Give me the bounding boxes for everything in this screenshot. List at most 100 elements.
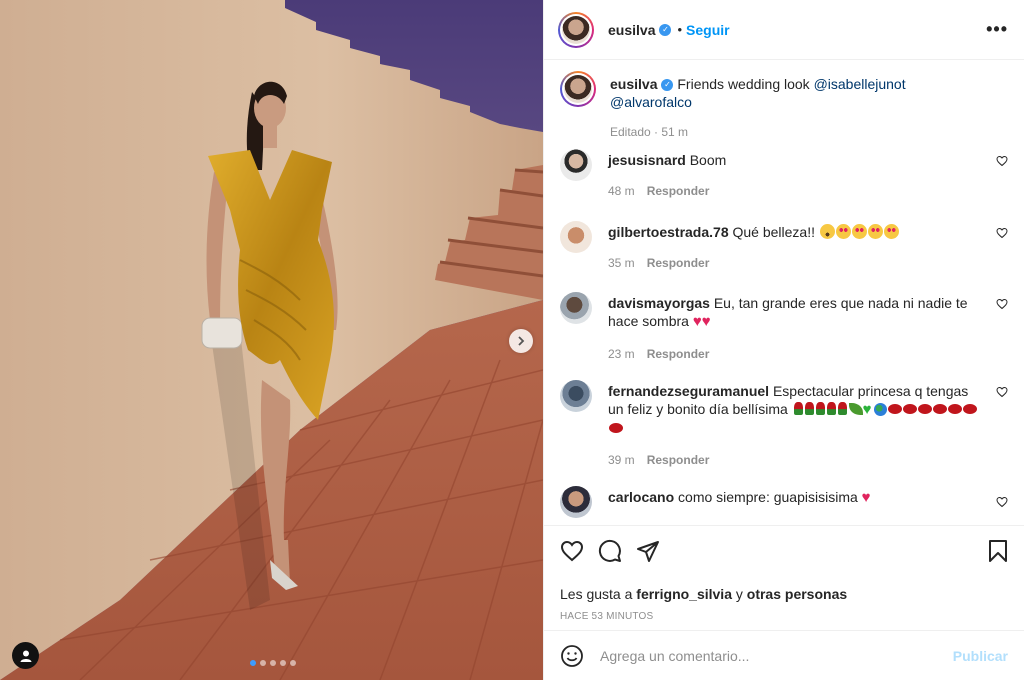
mention-link[interactable]: @alvarofalco xyxy=(610,94,692,110)
rose-icon xyxy=(815,402,825,415)
publish-button[interactable]: Publicar xyxy=(953,648,1008,664)
chevron-right-icon xyxy=(518,336,525,346)
carousel-indicator xyxy=(250,660,296,666)
herb-icon xyxy=(848,403,863,415)
lips-icon xyxy=(887,404,902,414)
save-button[interactable] xyxy=(988,540,1008,562)
like-comment-heart-icon[interactable] xyxy=(996,496,1008,508)
heart-eyes-icon xyxy=(851,224,867,239)
comment-button[interactable] xyxy=(598,539,622,563)
commenter-avatar[interactable] xyxy=(560,221,592,253)
comment-item: carlocano como siempre: guapisisisima ♥ xyxy=(560,486,1008,518)
paper-plane-icon xyxy=(637,541,659,562)
globe-icon xyxy=(873,403,887,416)
heart-eyes-icon xyxy=(867,224,883,239)
mention-link[interactable]: @isabellejunot xyxy=(814,76,906,92)
red-heart-icon: ♥ xyxy=(861,489,871,506)
caption-text: Friends wedding look xyxy=(677,76,810,92)
post-header: eusilva ✓ • Seguir ••• xyxy=(544,0,1024,60)
author-avatar[interactable] xyxy=(558,11,594,48)
carousel-dot xyxy=(290,660,296,666)
reply-button[interactable]: Responder xyxy=(647,347,710,361)
comment-meta: 23 m Responder xyxy=(608,345,984,363)
tagged-users-button[interactable] xyxy=(12,642,39,669)
red-heart-icon: ♥ xyxy=(701,313,711,330)
like-comment-heart-icon[interactable] xyxy=(996,155,1008,167)
caption-author-avatar[interactable] xyxy=(560,71,596,107)
comment-username[interactable]: carlocano xyxy=(608,489,674,505)
lips-icon xyxy=(947,404,962,414)
post-side-panel: eusilva ✓ • Seguir ••• eusilva ✓ Friends … xyxy=(543,0,1024,680)
emoji-smiley-icon[interactable] xyxy=(560,644,584,668)
comment-username[interactable]: gilbertoestrada.78 xyxy=(608,224,729,240)
reply-button[interactable]: Responder xyxy=(647,453,710,467)
lips-icon xyxy=(917,404,932,414)
post-timestamp[interactable]: HACE 53 MINUTOS xyxy=(560,611,1008,622)
commenter-avatar[interactable] xyxy=(560,380,592,412)
likes-summary: Les gusta a ferrigno_silvia y otras pers… xyxy=(560,586,1008,602)
next-image-button[interactable] xyxy=(509,329,533,353)
commenter-avatar[interactable] xyxy=(560,292,592,324)
comment-time: 35 m xyxy=(608,256,635,270)
likes-connector: y xyxy=(735,586,743,602)
verified-badge-icon: ✓ xyxy=(659,23,672,36)
comment-text: Qué belleza!! xyxy=(732,224,816,240)
carousel-dot xyxy=(250,660,256,666)
green-heart-icon: ♥ xyxy=(862,401,872,418)
follow-button[interactable]: Seguir xyxy=(686,22,730,38)
action-icons xyxy=(560,538,1008,564)
comment-item: gilbertoestrada.78 Qué belleza!! 35 m Res… xyxy=(560,221,1008,272)
likes-user-link[interactable]: ferrigno_silvia xyxy=(636,586,732,602)
user-icon xyxy=(20,650,31,662)
share-button[interactable] xyxy=(636,539,660,563)
caption-username[interactable]: eusilva xyxy=(610,76,657,92)
caption-meta: Editado · 51 m xyxy=(610,125,689,139)
commenter-avatar[interactable] xyxy=(560,149,592,181)
carousel-dot xyxy=(260,660,266,666)
comment-username[interactable]: jesusisnard xyxy=(608,152,686,168)
comment-composer: Publicar xyxy=(544,630,1024,680)
heart-icon xyxy=(560,540,584,562)
reply-button[interactable]: Responder xyxy=(647,256,710,270)
lips-icon xyxy=(962,404,977,414)
rose-icon xyxy=(826,402,836,415)
comment-item: davismayorgas Eu, tan grande eres que na… xyxy=(560,292,1008,363)
heart-eyes-icon xyxy=(883,224,899,239)
comment-input[interactable] xyxy=(600,647,953,664)
comment-item: fernandezseguramanuel Espectacular princ… xyxy=(560,380,1008,469)
photo-illustration xyxy=(0,0,543,680)
like-button[interactable] xyxy=(560,539,584,563)
post-photo[interactable] xyxy=(0,0,543,680)
comments-list[interactable]: eusilva ✓ Friends wedding look @isabellej… xyxy=(544,61,1024,525)
like-comment-heart-icon[interactable] xyxy=(996,386,1008,398)
comment-meta: 39 m Responder xyxy=(608,451,984,469)
commenter-avatar[interactable] xyxy=(560,486,592,518)
lips-icon xyxy=(609,423,623,433)
likes-others-link[interactable]: otras personas xyxy=(747,586,847,602)
bookmark-icon xyxy=(989,540,1007,562)
comment-time: 23 m xyxy=(608,347,635,361)
verified-badge-icon: ✓ xyxy=(661,79,674,92)
author-username[interactable]: eusilva xyxy=(608,22,655,38)
carousel-dot xyxy=(270,660,276,666)
comment-item: jesusisnard Boom 48 m Responder xyxy=(560,149,1008,200)
reply-button[interactable]: Responder xyxy=(647,184,710,198)
red-heart-icon: ♥ xyxy=(692,313,702,330)
likes-prefix: Les gusta a xyxy=(560,586,633,602)
comment-text: Boom xyxy=(689,152,727,168)
post-caption: eusilva ✓ Friends wedding look @isabellej… xyxy=(560,71,1008,141)
comment-meta: 35 m Responder xyxy=(608,254,984,272)
heart-eyes-icon xyxy=(835,224,851,239)
lips-icon xyxy=(932,404,947,414)
comment-username[interactable]: davismayorgas xyxy=(608,295,710,311)
comment-username[interactable]: fernandezseguramanuel xyxy=(608,383,769,399)
comment-time: 48 m xyxy=(608,184,635,198)
carousel-dot xyxy=(280,660,286,666)
like-comment-heart-icon[interactable] xyxy=(996,298,1008,310)
like-comment-heart-icon[interactable] xyxy=(996,227,1008,239)
more-options-button[interactable]: ••• xyxy=(986,19,1008,40)
comment-bubble-icon xyxy=(598,539,621,562)
astonished-face-icon xyxy=(819,224,835,239)
lips-icon xyxy=(902,404,917,414)
header-separator: • xyxy=(677,22,683,37)
